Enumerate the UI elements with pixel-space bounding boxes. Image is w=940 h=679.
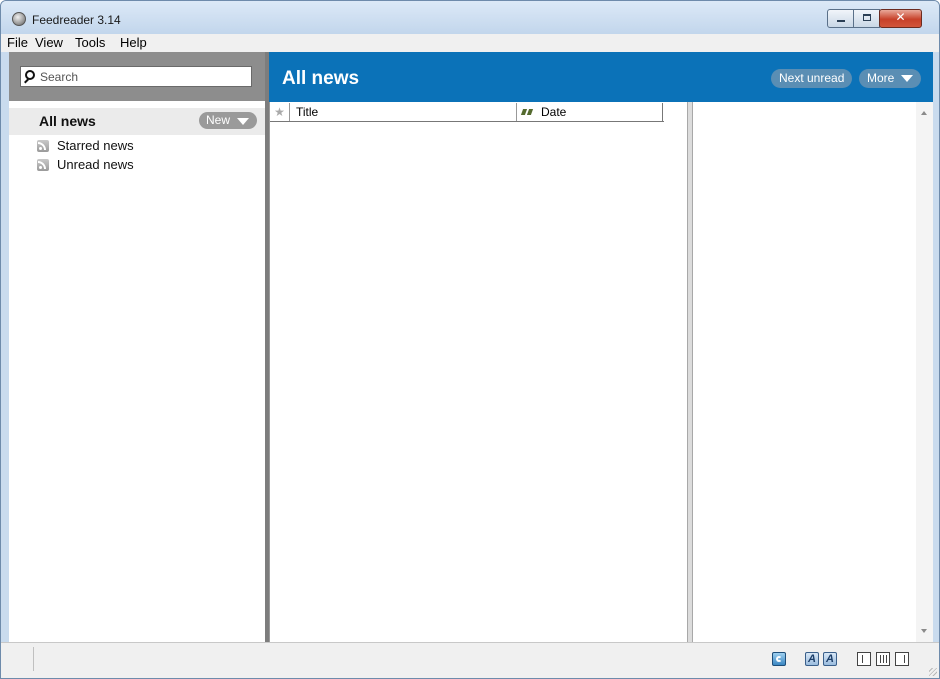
chevron-down-icon [237,118,249,125]
minimize-button[interactable] [827,9,854,28]
client-area: All news New Starred news Unread news Al… [9,52,933,642]
menu-view[interactable]: View [35,35,63,50]
layout-wide-icon[interactable] [876,652,890,666]
scroll-down-icon[interactable] [921,629,927,633]
title-bar[interactable]: Feedreader 3.14 ✕ [1,1,939,34]
rss-icon [37,140,49,152]
chevron-down-icon [901,75,913,82]
sidebar: All news New Starred news Unread news [9,52,265,642]
font-increase-icon[interactable]: A [823,652,837,666]
menu-bar: File View Tools Help [1,34,939,52]
new-button-label: New [206,113,231,127]
font-decrease-icon[interactable]: A [805,652,819,666]
status-divider [33,647,34,671]
menu-tools[interactable]: Tools [75,35,105,50]
sidebar-item-label: Starred news [57,138,134,153]
layout-vertical-icon[interactable] [895,652,909,666]
app-icon[interactable] [12,12,26,26]
new-button[interactable]: New [199,112,257,129]
all-news-label: All news [39,113,96,129]
scroll-up-icon[interactable] [921,111,927,115]
news-panel: All news Next unread More ★ Title Date [269,52,933,642]
search-input[interactable] [40,68,245,85]
close-icon: ✕ [895,10,906,24]
maximize-icon [863,14,871,21]
column-date-label: Date [541,105,567,119]
news-list[interactable]: ★ Title Date [269,102,687,642]
next-unread-button[interactable]: Next unread [771,69,853,88]
column-title[interactable]: Title [290,103,517,121]
minimize-icon [837,20,845,22]
read-status-icon [520,107,535,117]
column-date[interactable]: Date [517,103,663,121]
search-area [9,52,265,101]
reading-pane[interactable] [693,102,933,642]
more-button[interactable]: More [859,69,921,88]
sidebar-item-label: Unread news [57,157,134,172]
menu-help[interactable]: Help [120,35,147,50]
maximize-button[interactable] [853,9,880,28]
search-box[interactable] [20,66,252,87]
column-title-label: Title [296,105,319,119]
column-star[interactable]: ★ [270,103,290,121]
close-button[interactable]: ✕ [879,9,922,28]
status-bar: A A [1,642,939,678]
layout-classic-icon[interactable] [857,652,871,666]
column-header: ★ Title Date [270,103,664,122]
app-window: Feedreader 3.14 ✕ File View Tools Help A… [0,0,940,679]
rss-icon [37,159,49,171]
more-button-label: More [867,71,895,85]
page-title: All news [282,68,360,89]
menu-file[interactable]: File [7,35,28,50]
news-header: All news Next unread More [269,52,933,102]
resize-grip-icon[interactable] [929,668,937,676]
sidebar-item-all-news[interactable]: All news New [9,108,265,135]
search-icon [25,70,35,80]
window-title: Feedreader 3.14 [32,13,121,27]
refresh-icon[interactable] [772,652,786,666]
star-icon: ★ [274,105,285,119]
reading-pane-scrollbar[interactable] [916,102,933,642]
